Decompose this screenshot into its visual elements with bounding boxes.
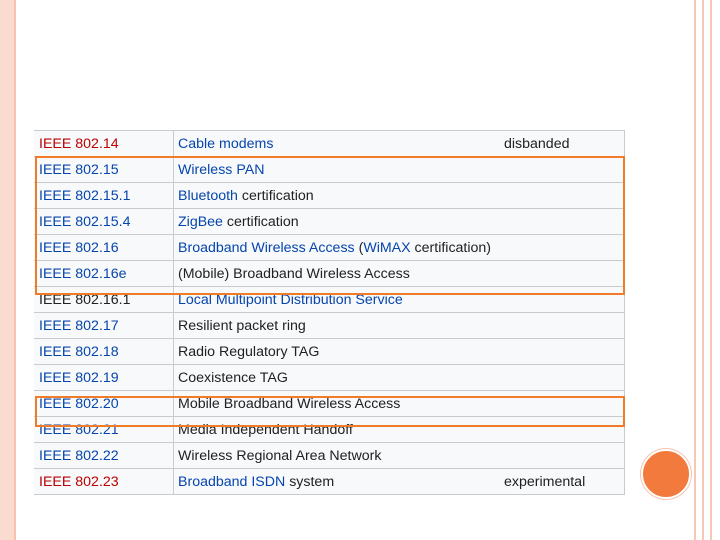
status-cell [504,313,624,338]
standard-link[interactable]: IEEE 802.19 [39,370,119,386]
description-link[interactable]: Cable modems [178,136,273,152]
standard-cell: IEEE 802.14 [34,131,174,156]
status-cell [504,365,624,390]
table-row: IEEE 802.19 Coexistence TAG [34,365,624,391]
description-text: system [285,474,335,490]
description-cell: Radio Regulatory TAG [174,339,504,364]
table-row: IEEE 802.18 Radio Regulatory TAG [34,339,624,365]
description-text: Radio Regulatory TAG [178,344,320,360]
description-text: Wireless Regional Area Network [178,448,382,464]
standard-cell: IEEE 802.23 [34,469,174,494]
right-decor-bar [690,0,720,540]
decor-line [694,0,696,540]
left-decor-bar [0,0,16,540]
standard-link[interactable]: IEEE 802.18 [39,344,119,360]
status-cell [504,443,624,468]
status-cell: experimental [504,474,586,490]
table-row: IEEE 802.14 Cable modems disbanded [34,131,624,157]
table-row: IEEE 802.17 Resilient packet ring [34,313,624,339]
description-cell: Broadband ISDN system [174,469,504,494]
description-cell: Wireless Regional Area Network [174,443,504,468]
standard-cell: IEEE 802.18 [34,339,174,364]
decor-line [710,0,712,540]
status-cell: disbanded [504,136,570,152]
description-text: Resilient packet ring [178,318,306,334]
standard-link[interactable]: IEEE 802.22 [39,448,119,464]
status-cell [504,339,624,364]
standard-cell: IEEE 802.17 [34,313,174,338]
description-link[interactable]: Broadband ISDN [178,474,285,490]
standard-cell: IEEE 802.19 [34,365,174,390]
standard-link[interactable]: IEEE 802.14 [39,136,119,152]
description-cell: Resilient packet ring [174,313,504,338]
standard-link[interactable]: IEEE 802.23 [39,474,119,490]
table-row: IEEE 802.23 Broadband ISDN system experime… [34,469,624,495]
standard-link[interactable]: IEEE 802.17 [39,318,119,334]
decor-line [702,0,704,540]
highlight-box-802-20 [35,396,625,427]
table-row: IEEE 802.22 Wireless Regional Area Networ… [34,443,624,469]
description-cell: Cable modems [174,131,504,156]
description-text: Coexistence TAG [178,370,288,386]
standard-cell: IEEE 802.22 [34,443,174,468]
decor-circle [641,449,691,499]
highlight-box-802-15-16 [35,156,625,295]
description-cell: Coexistence TAG [174,365,504,390]
